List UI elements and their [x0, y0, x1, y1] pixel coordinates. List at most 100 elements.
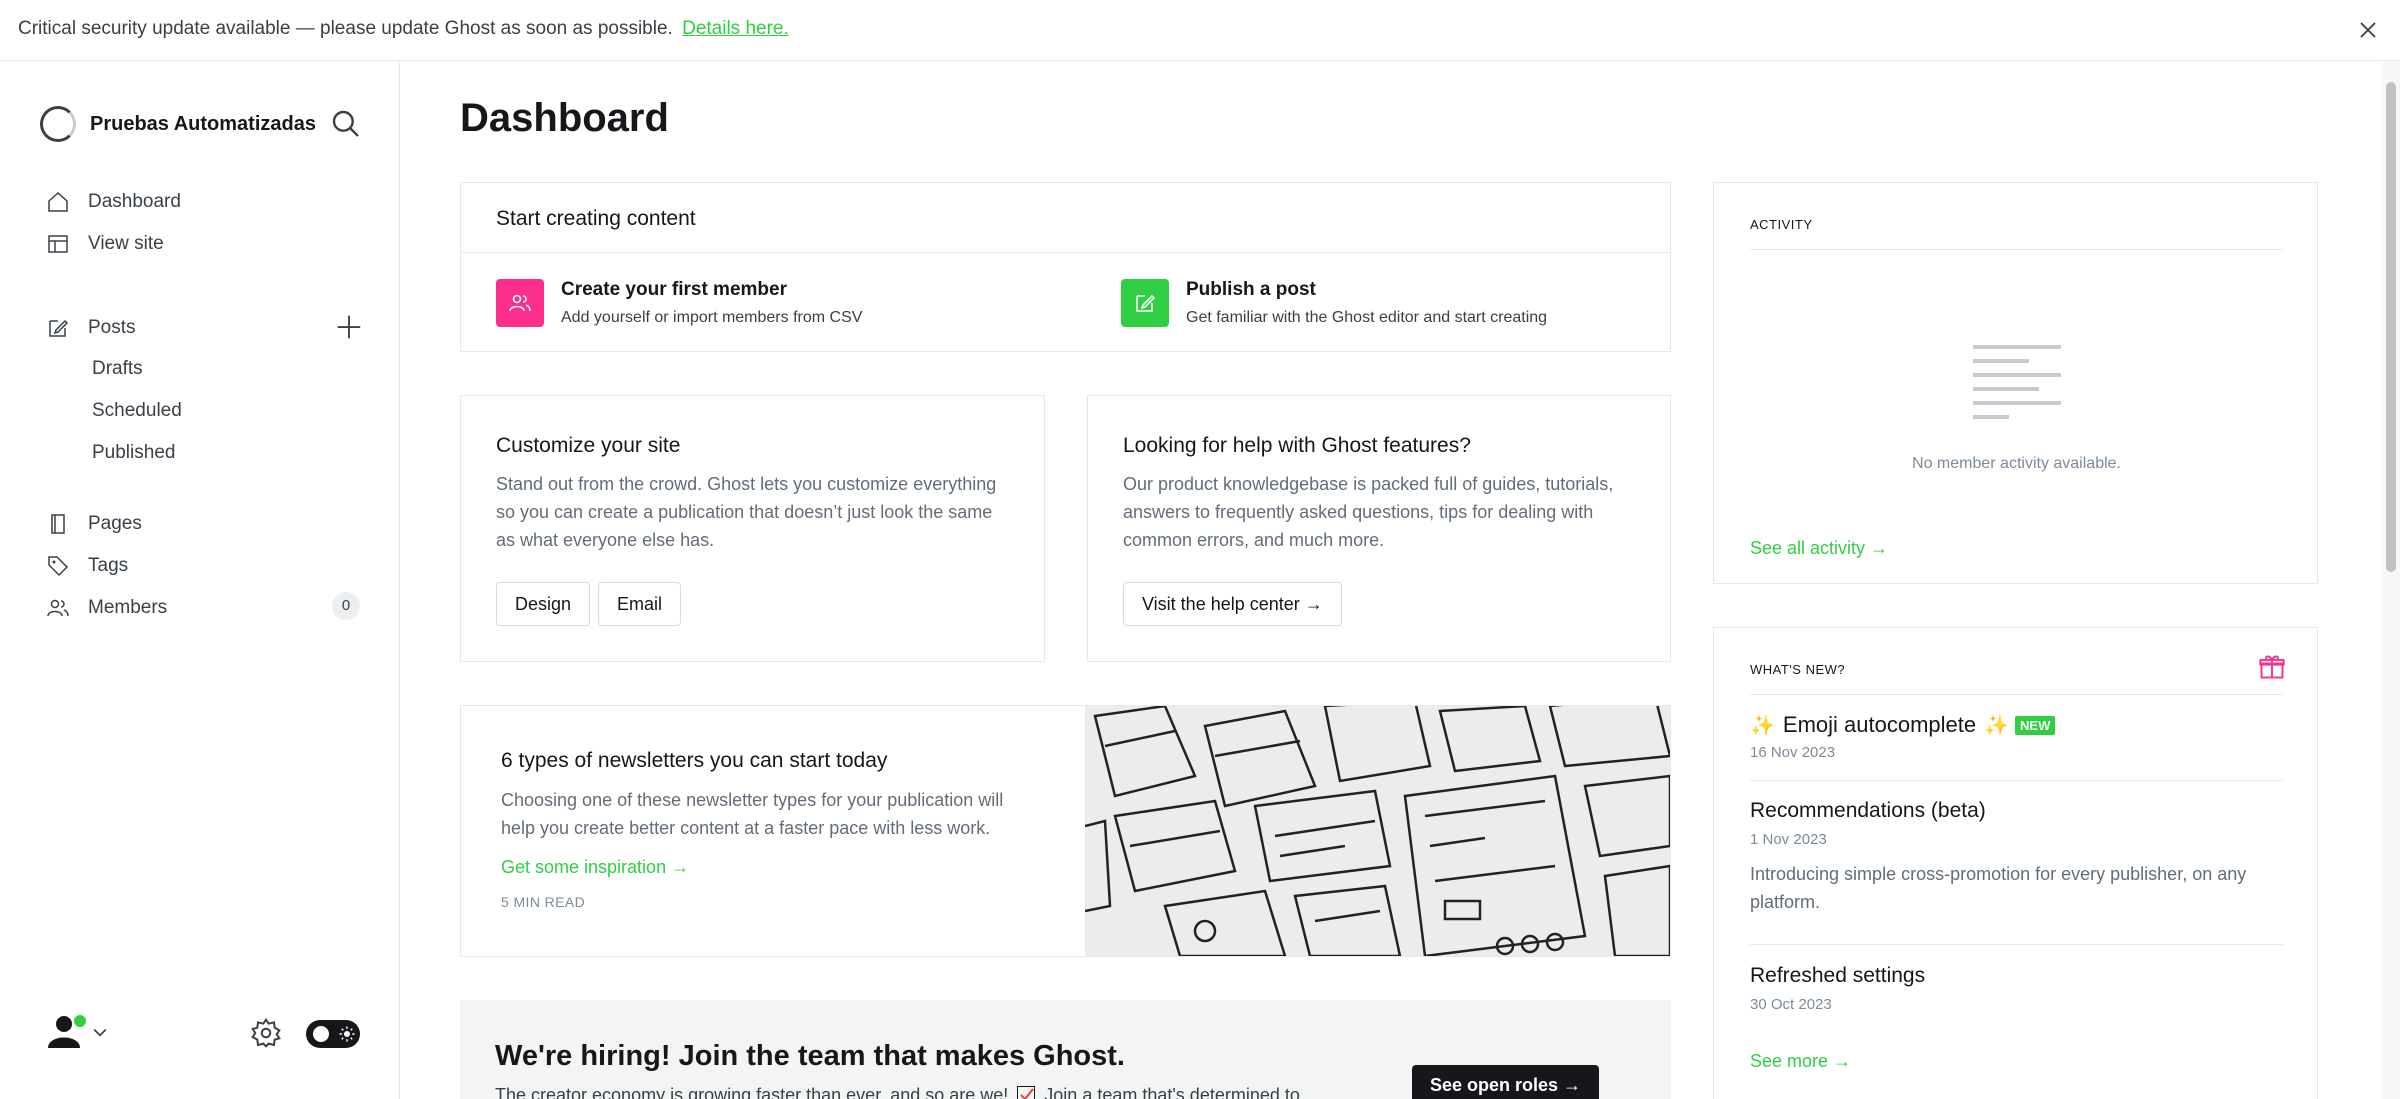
online-status-dot	[72, 1013, 88, 1029]
start-creating-heading: Start creating content	[496, 207, 696, 230]
activity-heading: ACTIVITY	[1750, 217, 1813, 232]
chevron-down-icon[interactable]	[90, 1022, 110, 1042]
banner-details-link[interactable]: Details here.	[682, 18, 789, 39]
sparkle-icon: ✨	[1984, 714, 2010, 737]
help-card: Looking for help with Ghost features? Ou…	[1087, 395, 1671, 662]
check-icon	[1017, 1086, 1036, 1099]
tag-icon	[48, 556, 69, 577]
whats-new-item[interactable]: Refreshed settings 30 Oct 2023	[1750, 964, 2283, 1013]
page-icon	[51, 514, 65, 534]
publish-post-title: Publish a post	[1186, 279, 1316, 300]
empty-list-icon	[1973, 345, 2061, 419]
divider	[1750, 780, 2283, 781]
whats-new-item-title: Recommendations (beta)	[1750, 799, 1986, 822]
newsletter-body: Choosing one of these newsletter types f…	[501, 790, 1004, 838]
newsletter-heading: 6 types of newsletters you can start tod…	[501, 749, 888, 772]
see-all-activity-link[interactable]: See all activity →	[1750, 538, 1888, 559]
home-icon	[48, 191, 68, 212]
customize-site-card: Customize your site Stand out from the c…	[460, 395, 1045, 662]
inspiration-link[interactable]: Get some inspiration →	[501, 857, 689, 878]
help-center-button[interactable]: Visit the help center →	[1123, 582, 1342, 626]
new-badge: NEW	[2015, 715, 2056, 735]
layout-icon	[48, 235, 68, 253]
close-icon[interactable]	[2354, 16, 2382, 44]
search-icon[interactable]	[330, 108, 362, 140]
whats-new-item-date: 1 Nov 2023	[1750, 831, 1827, 848]
activity-empty-text: No member activity available.	[1912, 455, 2121, 472]
scrollbar-thumb[interactable]	[2386, 82, 2396, 572]
design-button[interactable]: Design	[496, 582, 591, 626]
sidebar: Pruebas Automatizadas Dashboard View sit…	[0, 62, 400, 1099]
hiring-body: The creator economy is growing faster th…	[495, 1084, 1300, 1099]
whats-new-card: WHAT'S NEW? ✨ Emoji autocomplete ✨ NEW 1…	[1713, 627, 2318, 1099]
site-name: Pruebas Automatizadas	[90, 112, 316, 135]
site-logo	[40, 106, 76, 142]
members-count-badge: 0	[332, 592, 360, 620]
open-roles-button[interactable]: See open roles →	[1412, 1065, 1600, 1099]
sidebar-item-drafts[interactable]: Drafts	[92, 358, 143, 380]
divider	[1750, 249, 2283, 250]
page-title: Dashboard	[460, 96, 669, 140]
toggle-knob	[311, 1024, 331, 1044]
create-member-title: Create your first member	[561, 279, 787, 300]
whats-new-item[interactable]: Recommendations (beta) 1 Nov 2023 Introd…	[1750, 799, 2283, 916]
sidebar-item-label: Dashboard	[88, 191, 181, 212]
sidebar-item-scheduled[interactable]: Scheduled	[92, 400, 182, 422]
help-body: Our product knowledgebase is packed full…	[1123, 474, 1614, 550]
sidebar-item-posts[interactable]: Posts	[46, 316, 136, 340]
sidebar-item-tags[interactable]: Tags	[46, 554, 128, 578]
whats-new-item-date: 16 Nov 2023	[1750, 744, 1836, 761]
sidebar-item-published[interactable]: Published	[92, 442, 175, 464]
hiring-heading: We're hiring! Join the team that makes G…	[495, 1040, 1125, 1072]
edit-icon	[49, 319, 69, 337]
newsletter-image	[1085, 706, 1670, 956]
newsletter-feature-card[interactable]: 6 types of newsletters you can start tod…	[460, 705, 1671, 957]
sidebar-item-label: Members	[88, 597, 168, 618]
banner-text: Critical security update available — ple…	[18, 18, 673, 39]
wireframe-sketch-illustration	[1085, 706, 1670, 956]
divider	[1750, 944, 2283, 945]
edit-icon	[1136, 294, 1156, 312]
gift-icon[interactable]	[2258, 653, 2286, 681]
members-icon	[509, 294, 531, 312]
create-member-desc: Add yourself or import members from CSV	[561, 309, 863, 326]
sidebar-item-label: Posts	[88, 317, 136, 338]
sidebar-item-dashboard[interactable]: Dashboard	[46, 190, 181, 214]
see-more-link[interactable]: See more →	[1750, 1051, 1851, 1072]
whats-new-item-date: 30 Oct 2023	[1750, 996, 1832, 1013]
sidebar-item-pages[interactable]: Pages	[46, 512, 142, 536]
email-button[interactable]: Email	[598, 582, 682, 626]
hiring-body-end: Join a team that's determined to	[1044, 1085, 1300, 1099]
gear-icon[interactable]	[250, 1017, 282, 1049]
sidebar-item-members[interactable]: Members	[46, 596, 167, 620]
customize-heading: Customize your site	[496, 434, 681, 457]
read-time: 5 MIN READ	[501, 894, 586, 910]
sidebar-item-view-site[interactable]: View site	[46, 232, 164, 256]
sparkle-icon: ✨	[1750, 714, 1775, 737]
start-creating-card: Start creating content Create your first…	[460, 182, 1671, 352]
member-tile	[496, 279, 544, 327]
sidebar-item-label: Tags	[88, 555, 129, 576]
members-icon	[47, 599, 69, 617]
whats-new-item-title: Emoji autocomplete	[1782, 712, 1977, 737]
customize-body: Stand out from the crowd. Ghost lets you…	[496, 474, 997, 550]
scrollbar[interactable]	[2382, 62, 2400, 1099]
security-banner: Critical security update available — ple…	[0, 0, 2400, 61]
sun-icon	[339, 1026, 355, 1042]
divider	[1750, 694, 2283, 695]
banner-message: Critical security update available — ple…	[18, 18, 789, 40]
whats-new-item-desc: Introducing simple cross-promotion for e…	[1750, 864, 2247, 912]
sidebar-item-label: Pages	[88, 513, 142, 534]
sidebar-item-label: View site	[88, 233, 164, 254]
whats-new-item-title: Refreshed settings	[1750, 964, 1926, 987]
help-heading: Looking for help with Ghost features?	[1123, 434, 1471, 457]
post-tile	[1121, 279, 1169, 327]
plus-icon[interactable]	[334, 312, 364, 342]
create-member-action[interactable]: Create your first member Add yourself or…	[496, 279, 1056, 331]
whats-new-heading: WHAT'S NEW?	[1750, 662, 1846, 677]
publish-post-action[interactable]: Publish a post Get familiar with the Gho…	[1121, 279, 1641, 331]
theme-toggle[interactable]	[306, 1020, 360, 1048]
site-brand[interactable]: Pruebas Automatizadas	[40, 106, 316, 142]
whats-new-item[interactable]: ✨ Emoji autocomplete ✨ NEW 16 Nov 2023	[1750, 712, 2283, 761]
publish-post-desc: Get familiar with the Ghost editor and s…	[1186, 309, 1548, 326]
